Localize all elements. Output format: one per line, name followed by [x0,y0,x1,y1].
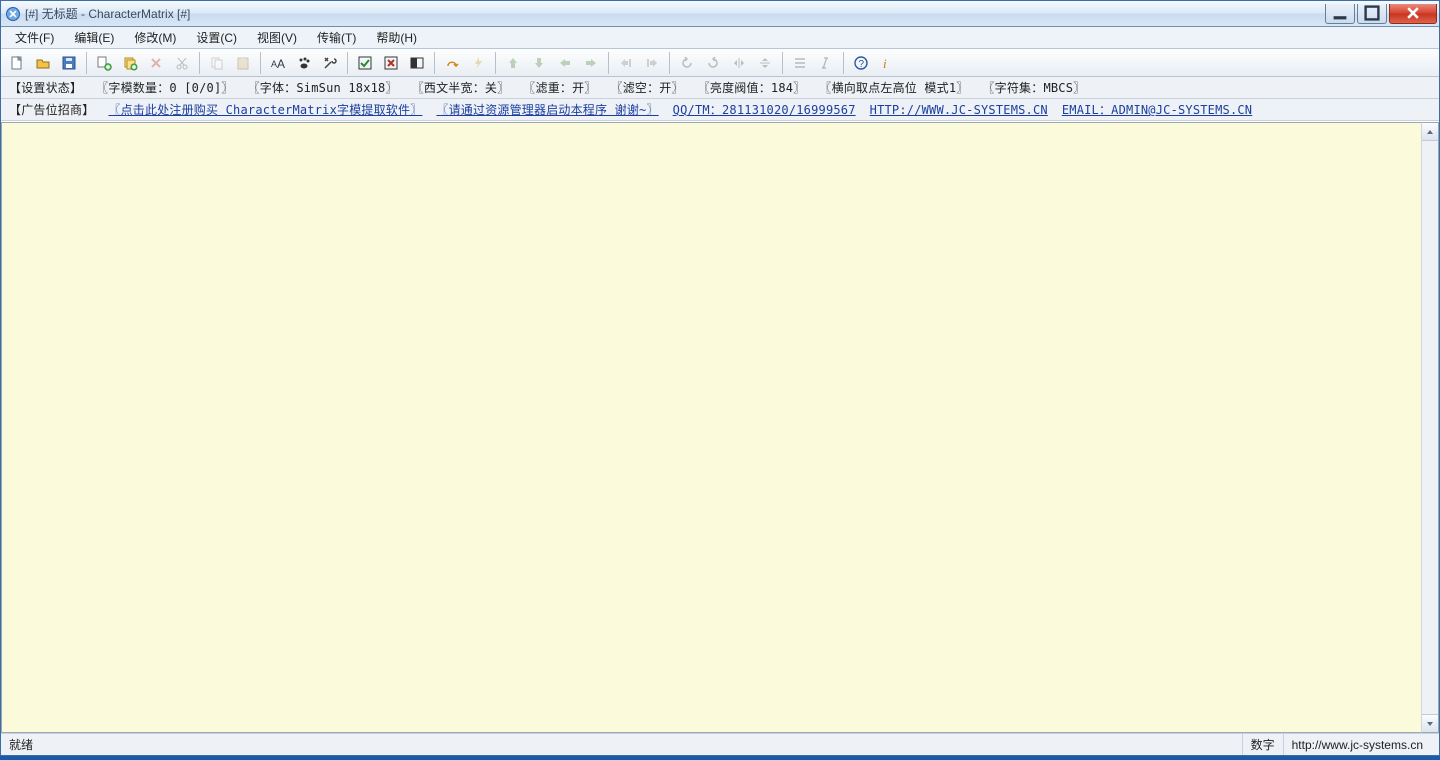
open-button[interactable] [31,51,55,75]
buy-link[interactable]: 〖点击此处注册购买 CharacterMatrix字模提取软件〗 [108,101,422,118]
add-char-button[interactable] [92,51,116,75]
cut-button[interactable] [170,51,194,75]
window-buttons [1323,4,1437,24]
status-font: 〖字体：SimSun 18x18〗 [248,79,398,96]
menubar: 文件(F) 编辑(E) 修改(M) 设置(C) 视图(V) 传输(T) 帮助(H… [1,27,1439,49]
save-button[interactable] [57,51,81,75]
tools-button[interactable] [318,51,342,75]
delete-button[interactable] [144,51,168,75]
flip-v-icon[interactable] [753,51,777,75]
status-numlock: 数字 [1242,734,1283,755]
window-title: [#] 无标题 - CharacterMatrix [#] [25,5,190,22]
new-button[interactable] [5,51,29,75]
arrow-up-icon[interactable] [501,51,525,75]
status-mode: 〖横向取点左高位 模式1〗 [819,79,968,96]
status-threshold: 〖亮度阀值：184〗 [698,79,806,96]
paw-icon[interactable] [292,51,316,75]
arrow-left-icon[interactable] [553,51,577,75]
ads-label: 【广告位招商】 [9,101,94,118]
font-size-button[interactable]: AA [266,51,290,75]
menu-help[interactable]: 帮助(H) [366,27,427,48]
menu-settings[interactable]: 设置(C) [186,27,247,48]
status-label: 【设置状态】 [9,79,82,96]
svg-text:A: A [277,57,285,71]
status-ready: 就绪 [9,736,33,753]
scroll-down-button[interactable] [1422,714,1438,732]
main-window: [#] 无标题 - CharacterMatrix [#] 文件(F) 编辑(E… [0,0,1440,756]
arrow-right-icon[interactable] [579,51,603,75]
check-button[interactable] [353,51,377,75]
menu-transfer[interactable]: 传输(T) [307,27,366,48]
shift-right-icon[interactable] [640,51,664,75]
resmgr-link[interactable]: 〖请通过资源管理器启动本程序 谢谢~〗 [436,101,658,118]
close-button[interactable] [1389,4,1437,24]
copy-button[interactable] [205,51,229,75]
minimize-button[interactable] [1325,4,1355,24]
menu-view[interactable]: 视图(V) [247,27,307,48]
menu-modify[interactable]: 修改(M) [124,27,186,48]
maximize-button[interactable] [1357,4,1387,24]
qq-link[interactable]: QQ/TM：281131020/16999567 [673,101,856,118]
svg-text:?: ? [859,59,865,70]
status-row-ads: 【广告位招商】 〖点击此处注册购买 CharacterMatrix字模提取软件〗… [1,99,1439,121]
app-icon [5,6,21,22]
status-row-settings: 【设置状态】 〖字模数量：0 [0/0]〗 〖字体：SimSun 18x18〗 … [1,77,1439,99]
paste-button[interactable] [231,51,255,75]
status-filter: 〖滤重：开〗 [523,79,596,96]
lightning-icon[interactable] [466,51,490,75]
arrow-down-icon[interactable] [527,51,551,75]
rotate-ccw-icon[interactable] [675,51,699,75]
email-link[interactable]: EMAIL：ADMIN@JC-SYSTEMS.CN [1062,101,1252,118]
flip-h-icon[interactable] [727,51,751,75]
scroll-up-button[interactable] [1422,123,1438,141]
status-site: http://www.jc-systems.cn [1283,734,1431,755]
menu-edit[interactable]: 编辑(E) [64,27,124,48]
status-blank: 〖滤空：开〗 [611,79,684,96]
shift-left-icon[interactable] [614,51,638,75]
titlebar[interactable]: [#] 无标题 - CharacterMatrix [#] [1,1,1439,27]
help-button[interactable]: ? [849,51,873,75]
svg-text:i: i [883,56,887,71]
integral-icon[interactable] [814,51,838,75]
transfer-button[interactable] [440,51,464,75]
vertical-scrollbar[interactable] [1421,122,1439,733]
editor-canvas[interactable] [1,122,1421,733]
content-area [1,121,1439,733]
uncheck-button[interactable] [379,51,403,75]
url-link[interactable]: HTTP://WWW.JC-SYSTEMS.CN [870,103,1048,117]
menu-file[interactable]: 文件(F) [5,27,64,48]
toolbar: AA ? i [1,49,1439,77]
toggle-button[interactable] [405,51,429,75]
status-charset: 〖字符集：MBCS〗 [982,79,1085,96]
status-char-count: 〖字模数量：0 [0/0]〗 [96,79,233,96]
add-chars-button[interactable] [118,51,142,75]
statusbar: 就绪 数字 http://www.jc-systems.cn [1,733,1439,755]
rotate-cw-icon[interactable] [701,51,725,75]
info-button[interactable]: i [875,51,899,75]
status-halfwidth: 〖西文半宽：关〗 [412,79,510,96]
list-icon[interactable] [788,51,812,75]
